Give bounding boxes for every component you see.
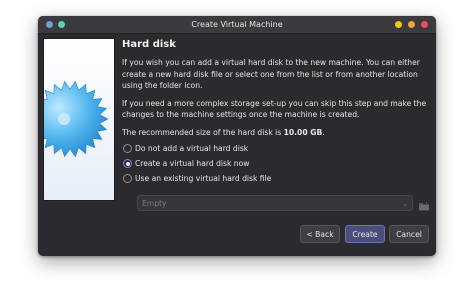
create-button[interactable]: Create [345,225,385,243]
existing-disk-value: Empty [142,199,167,208]
existing-disk-select[interactable]: Empty ⌄ [137,195,413,211]
back-button[interactable]: < Back [300,225,340,243]
wizard-illustration [43,38,115,201]
minimize-button[interactable] [395,21,402,28]
option-existing-disk[interactable]: Use an existing virtual hard disk file [122,171,428,186]
create-vm-dialog: Create Virtual Machine Hard disk If you … [38,16,436,256]
radio-create-disk[interactable] [123,159,132,168]
option-no-disk-label: Do not add a virtual hard disk [135,144,249,153]
close-button[interactable] [421,21,428,28]
intro-paragraph: If you wish you can add a virtual hard d… [122,58,420,90]
option-existing-disk-label: Use an existing virtual hard disk file [135,174,272,183]
page-title: Hard disk [122,39,176,50]
cancel-button[interactable]: Cancel [389,225,429,243]
title-bar[interactable]: Create Virtual Machine [38,16,436,34]
starburst-icon [44,39,114,200]
chevron-down-icon: ⌄ [402,200,408,208]
option-no-disk[interactable]: Do not add a virtual hard disk [122,141,428,156]
maximize-button[interactable] [408,21,415,28]
folder-icon[interactable] [418,197,430,211]
recommended-size-suffix: . [322,127,325,137]
recommended-size-label: The recommended size of the hard disk is [122,127,284,137]
option-create-disk-label: Create a virtual hard disk now [135,159,250,168]
radio-existing-disk[interactable] [123,174,132,183]
recommended-size-text: The recommended size of the hard disk is… [122,127,428,139]
option-create-disk[interactable]: Create a virtual hard disk now [122,156,428,171]
page-content: Hard disk If you wish you can add a virt… [122,38,428,186]
disk-option-group: Do not add a virtual hard disk Create a … [122,141,428,186]
recommended-size-value: 10.00 GB [283,127,323,137]
window-title: Create Virtual Machine [191,20,283,29]
radio-no-disk[interactable] [123,144,132,153]
storage-note-paragraph: If you need a more complex storage set-u… [122,98,427,120]
